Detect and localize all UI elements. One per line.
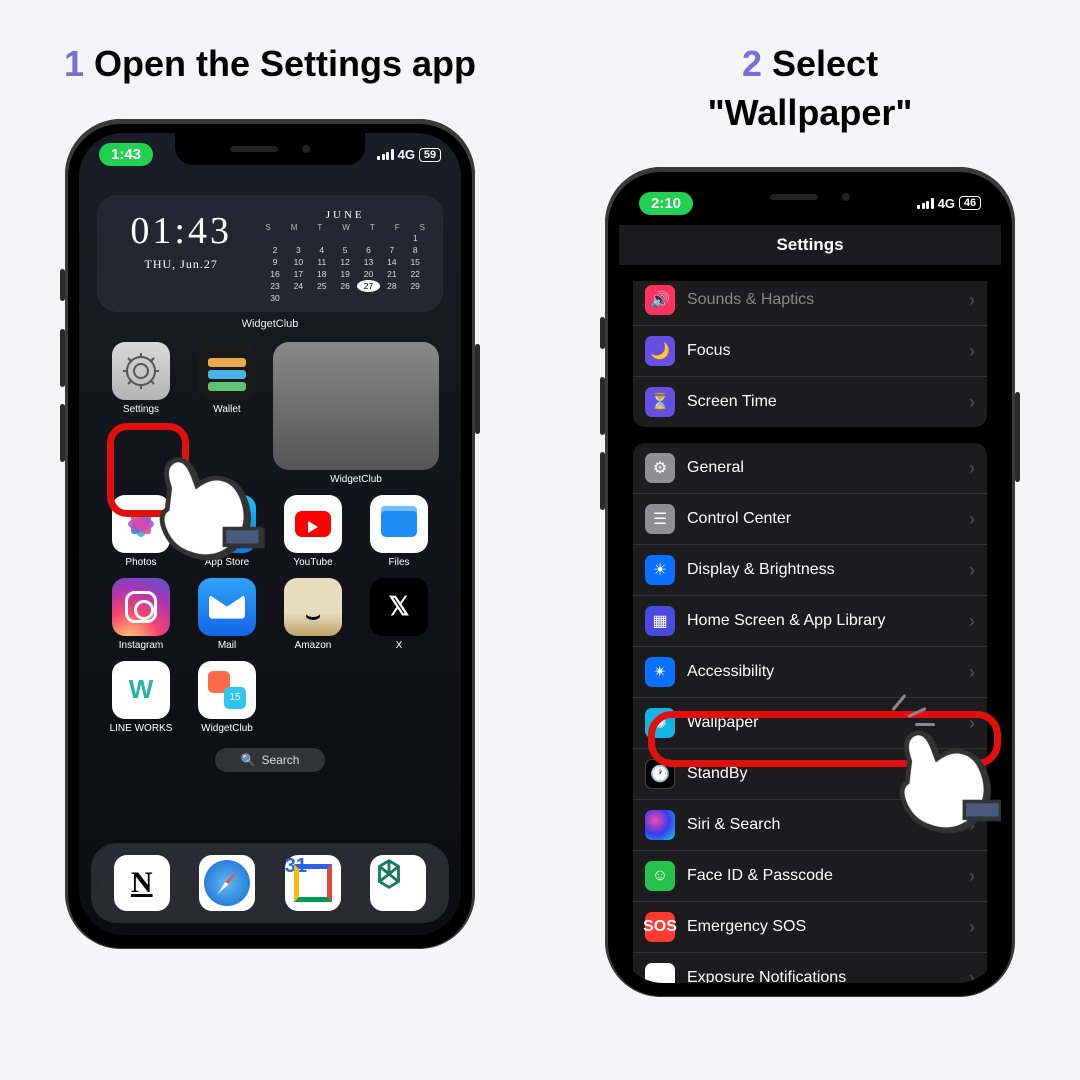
app-lineworks[interactable]: WLINE WORKS: [101, 661, 181, 734]
row-icon: [645, 810, 675, 840]
row-icon: ☰: [645, 504, 675, 534]
chevron-right-icon: ›: [969, 968, 975, 984]
widget-month: JUNE: [263, 209, 427, 221]
row-icon: ⏳: [645, 387, 675, 417]
row-icon: ▦: [645, 606, 675, 636]
chevron-right-icon: ›: [969, 611, 975, 632]
settings-row-emergency-sos[interactable]: SOS Emergency SOS›: [633, 901, 987, 952]
row-icon: ☀: [645, 555, 675, 585]
app-amazon[interactable]: Amazon: [273, 578, 353, 651]
notch: [175, 133, 365, 165]
dock-chatgpt[interactable]: [370, 855, 426, 911]
widget-label: WidgetClub: [79, 318, 461, 330]
step-2-column: 2 Select "Wallpaper" 2:10 4G 46 Settings: [540, 0, 1080, 1080]
search-icon: 🔍: [241, 753, 256, 767]
settings-row-control-center[interactable]: ☰ Control Center›: [633, 493, 987, 544]
row-icon: ✺: [645, 708, 675, 738]
settings-row-display-brightness[interactable]: ☀ Display & Brightness›: [633, 544, 987, 595]
chevron-right-icon: ›: [969, 662, 975, 683]
chevron-right-icon: ›: [969, 866, 975, 887]
widget-date: THU, Jun.27: [113, 257, 249, 272]
settings-row-general[interactable]: ⚙ General›: [633, 443, 987, 493]
chevron-right-icon: ›: [969, 290, 975, 311]
dock: N 31: [91, 843, 449, 923]
x-icon: 𝕏: [370, 578, 428, 636]
chevron-right-icon: ›: [969, 917, 975, 938]
settings-row-face-id-passcode[interactable]: ☺ Face ID & Passcode›: [633, 850, 987, 901]
row-label: Emergency SOS: [687, 918, 969, 936]
row-icon: 🕐: [645, 759, 675, 789]
mail-icon: [198, 578, 256, 636]
signal-icon: [917, 198, 934, 209]
youtube-icon: [284, 495, 342, 553]
app-files[interactable]: Files: [359, 495, 439, 568]
settings-row-exposure-notifications[interactable]: ✹ Exposure Notifications›: [633, 952, 987, 983]
row-icon: ✹: [645, 963, 675, 983]
chevron-right-icon: ›: [969, 458, 975, 479]
chevron-right-icon: ›: [969, 509, 975, 530]
row-icon: 🔊: [645, 285, 675, 315]
settings-row-sounds-haptics[interactable]: 🔊 Sounds & Haptics›: [633, 281, 987, 325]
row-icon: 🌙: [645, 336, 675, 366]
row-label: Exposure Notifications: [687, 969, 969, 983]
battery-level: 46: [959, 196, 981, 210]
dock-safari[interactable]: [199, 855, 255, 911]
chevron-right-icon: ›: [969, 341, 975, 362]
settings-row-focus[interactable]: 🌙 Focus›: [633, 325, 987, 376]
files-icon: [370, 495, 428, 553]
settings-row-accessibility[interactable]: ✴ Accessibility›: [633, 646, 987, 697]
phone-mockup-2: 2:10 4G 46 Settings 🔊Sounds & Haptics›🌙F…: [605, 167, 1015, 997]
notch: [715, 181, 905, 213]
battery-level: 59: [419, 148, 441, 162]
app-x[interactable]: 𝕏X: [359, 578, 439, 651]
settings-icon: [112, 342, 170, 400]
home-search[interactable]: 🔍 Search: [215, 748, 325, 772]
lineworks-icon: W: [112, 661, 170, 719]
dock-calendar[interactable]: 31: [285, 855, 341, 911]
row-label: Sounds & Haptics: [687, 291, 969, 309]
network-label: 4G: [938, 196, 955, 211]
settings-row-screen-time[interactable]: ⏳ Screen Time›: [633, 376, 987, 427]
instagram-icon: [112, 578, 170, 636]
photo-widget-icon: [273, 342, 439, 470]
status-time: 2:10: [639, 192, 693, 215]
chevron-right-icon: ›: [969, 392, 975, 413]
settings-group-top: 🔊Sounds & Haptics›🌙Focus›⏳Screen Time›: [633, 281, 987, 427]
step-1-heading: 1 Open the Settings app: [64, 40, 476, 89]
row-icon: ⚙: [645, 453, 675, 483]
app-mail[interactable]: Mail: [187, 578, 267, 651]
signal-icon: [377, 149, 394, 160]
status-time: 1:43: [99, 143, 153, 166]
settings-row-home-screen-app-library[interactable]: ▦ Home Screen & App Library›: [633, 595, 987, 646]
row-icon: SOS: [645, 912, 675, 942]
phone-mockup-1: 1:43 4G 59 01:43 THU, Jun.27 JUNE SMTWTF…: [65, 119, 475, 949]
step-number: 1: [64, 43, 84, 84]
row-label: Face ID & Passcode: [687, 867, 969, 885]
widget-photo[interactable]: WidgetClub: [273, 342, 439, 485]
step-1-column: 1 Open the Settings app 1:43 4G 59: [0, 0, 540, 1080]
row-label: Accessibility: [687, 663, 969, 681]
row-label: Screen Time: [687, 393, 969, 411]
step-number: 2: [742, 43, 762, 84]
app-widgetclub[interactable]: WidgetClub: [187, 661, 267, 734]
widgetclub-icon: [198, 661, 256, 719]
amazon-icon: [284, 578, 342, 636]
row-icon: ✴: [645, 657, 675, 687]
row-label: Display & Brightness: [687, 561, 969, 579]
chevron-right-icon: ›: [969, 560, 975, 581]
clock-calendar-widget[interactable]: 01:43 THU, Jun.27 JUNE SMTWTFS 123456789…: [97, 195, 443, 312]
app-youtube[interactable]: YouTube: [273, 495, 353, 568]
row-label: Focus: [687, 342, 969, 360]
step-2-heading: 2 Select "Wallpaper": [708, 40, 913, 137]
row-label: General: [687, 459, 969, 477]
settings-nav-title: Settings: [619, 225, 1001, 265]
row-label: Home Screen & App Library: [687, 612, 969, 630]
wallet-icon: [198, 342, 256, 400]
network-label: 4G: [398, 147, 415, 162]
row-icon: ☺: [645, 861, 675, 891]
dock-notion[interactable]: N: [114, 855, 170, 911]
app-instagram[interactable]: Instagram: [101, 578, 181, 651]
row-label: Control Center: [687, 510, 969, 528]
widget-time: 01:43: [113, 209, 249, 253]
